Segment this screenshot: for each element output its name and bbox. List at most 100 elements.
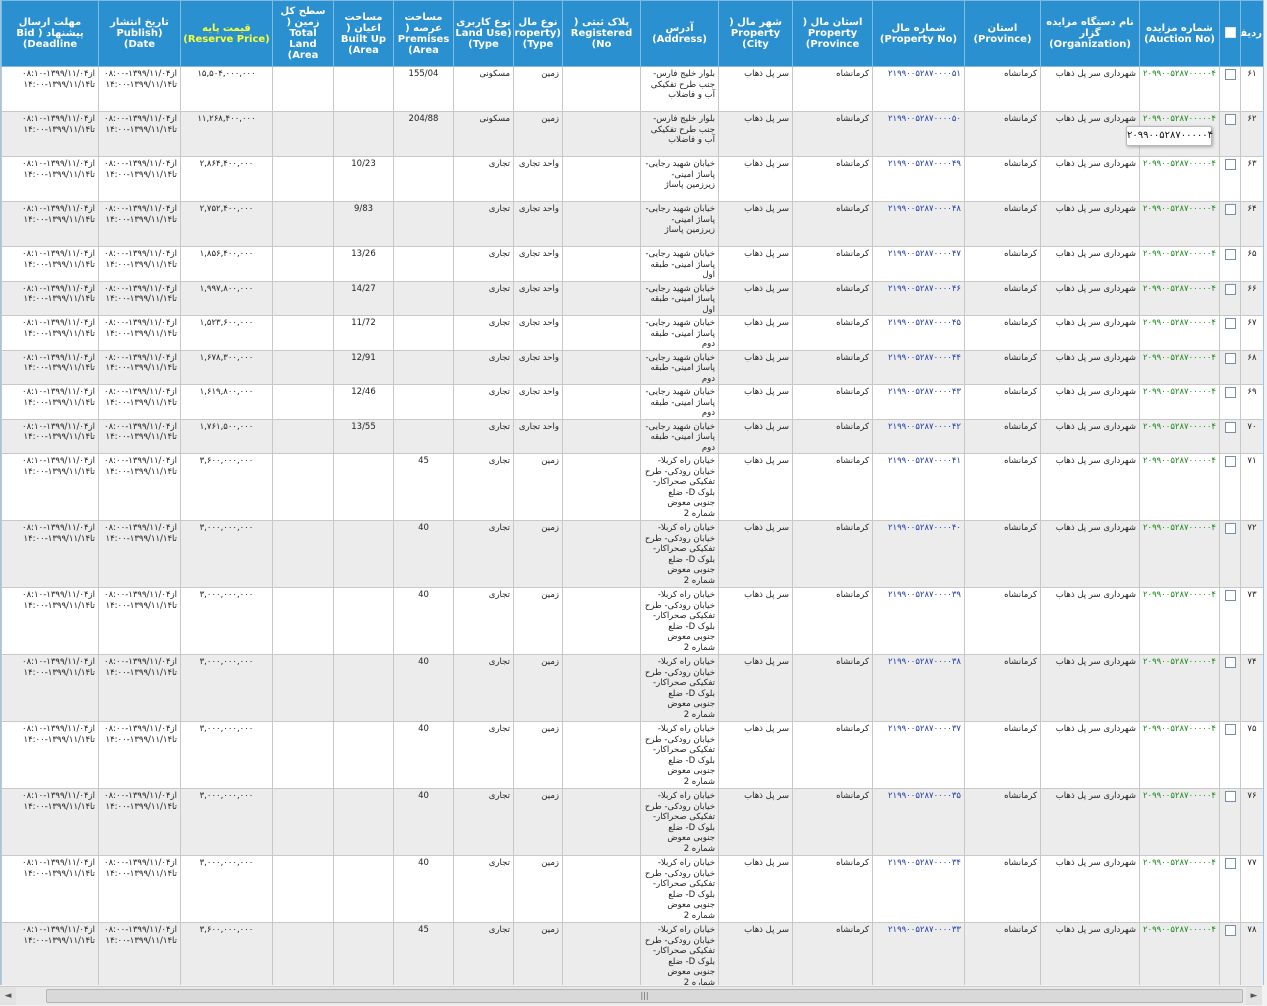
row-checkbox-cell[interactable] [1219,350,1241,385]
property-no-cell[interactable]: ۲۱۹۹۰۰۵۲۸۷۰۰۰۰۴۰ [872,520,965,588]
row-checkbox-cell[interactable] [1219,922,1241,985]
row-checkbox-cell[interactable] [1219,384,1241,420]
row-checkbox[interactable] [1224,657,1236,668]
row-checkbox-cell[interactable] [1219,721,1241,789]
row-checkbox[interactable] [1224,791,1236,802]
scroll-left-arrow-icon[interactable]: ◄ [0,987,16,1005]
auction-no-cell[interactable]: ۲۰۹۹۰۰۵۲۸۷۰۰۰۰۰۴ [1139,350,1220,385]
auction-no-cell[interactable]: ۲۰۹۹۰۰۵۲۸۷۰۰۰۰۰۴ [1139,315,1220,351]
auction-no-cell[interactable]: ۲۰۹۹۰۰۵۲۸۷۰۰۰۰۰۴ [1139,587,1220,655]
table-row[interactable]: ۶۷ ۲۰۹۹۰۰۵۲۸۷۰۰۰۰۰۴ شهرداری سر پل ذهاب کرما… [1,315,1263,351]
property-province-header[interactable]: استان مال ( Property Province) [792,0,873,67]
row-number-header[interactable]: ردیف [1240,0,1263,67]
row-checkbox[interactable] [1224,159,1236,170]
property-no-cell[interactable]: ۲۱۹۹۰۰۵۲۸۷۰۰۰۰۴۷ [872,246,965,282]
row-checkbox[interactable] [1224,204,1236,215]
total-land-area-header[interactable]: سطح کل زمین ( Total Land Area) [272,0,334,67]
property-no-cell[interactable]: ۲۱۹۹۰۰۵۲۸۷۰۰۰۰۴۹ [872,156,965,202]
property-type-header[interactable]: نوع مال (Property Type) [513,0,563,67]
row-checkbox-cell[interactable] [1219,111,1241,157]
row-checkbox[interactable] [1224,590,1236,601]
property-no-cell[interactable]: ۲۱۹۹۰۰۵۲۸۷۰۰۰۰۳۹ [872,587,965,655]
publish-date-header[interactable]: تاریخ انتشار (Publish Date) [98,0,181,67]
scroll-right-arrow-icon[interactable]: ► [1246,987,1262,1005]
property-no-cell[interactable]: ۲۱۹۹۰۰۵۲۸۷۰۰۰۰۴۲ [872,419,965,454]
table-row[interactable]: ۶۹ ۲۰۹۹۰۰۵۲۸۷۰۰۰۰۰۴ شهرداری سر پل ذهاب کرما… [1,384,1263,420]
property-city-header[interactable]: شهر مال ( Property City) [718,0,793,67]
built-up-area-header[interactable]: مساحت اعیان ( Built Up Area) [333,0,394,67]
property-no-cell[interactable]: ۲۱۹۹۰۰۵۲۸۷۰۰۰۰۴۸ [872,201,965,247]
row-checkbox-cell[interactable] [1219,654,1241,722]
property-no-cell[interactable]: ۲۱۹۹۰۰۵۲۸۷۰۰۰۰۴۱ [872,453,965,521]
row-checkbox[interactable] [1224,69,1236,80]
property-no-cell[interactable]: ۲۱۹۹۰۰۵۲۸۷۰۰۰۰۳۵ [872,788,965,856]
table-row[interactable]: ۶۴ ۲۰۹۹۰۰۵۲۸۷۰۰۰۰۰۴ شهرداری سر پل ذهاب کرما… [1,201,1263,247]
select-all-checkbox[interactable] [1224,26,1236,38]
auction-no-cell[interactable]: ۲۰۹۹۰۰۵۲۸۷۰۰۰۰۰۴ [1139,453,1220,521]
table-row[interactable]: ۶۱ ۲۰۹۹۰۰۵۲۸۷۰۰۰۰۰۴ شهرداری سر پل ذهاب کرما… [1,66,1263,112]
horizontal-scrollbar[interactable]: ◄ ||| ► [0,986,1262,1005]
organization-header[interactable]: نام دستگاه مزایده گزار (Organization) [1040,0,1140,67]
property-no-cell[interactable]: ۲۱۹۹۰۰۵۲۸۷۰۰۰۰۳۸ [872,654,965,722]
registered-no-header[interactable]: پلاک ثبتی ( Registered No) [562,0,641,67]
table-row[interactable]: ۷۱ ۲۰۹۹۰۰۵۲۸۷۰۰۰۰۰۴ شهرداری سر پل ذهاب کرما… [1,453,1263,521]
auction-no-cell[interactable]: ۲۰۹۹۰۰۵۲۸۷۰۰۰۰۰۴ [1139,246,1220,282]
auction-no-header[interactable]: شماره مزایده (Auction No) [1139,0,1220,67]
auction-no-cell[interactable]: ۲۰۹۹۰۰۵۲۸۷۰۰۰۰۰۴ [1139,922,1220,985]
bid-deadline-header[interactable]: مهلت ارسال پیشنهاد ( Bid Deadline) [1,0,99,67]
property-no-cell[interactable]: ۲۱۹۹۰۰۵۲۸۷۰۰۰۰۵۰ [872,111,965,157]
row-checkbox-cell[interactable] [1219,246,1241,282]
row-checkbox[interactable] [1224,387,1236,398]
province-header[interactable]: استان (Province) [964,0,1041,67]
row-checkbox-cell[interactable] [1219,453,1241,521]
row-checkbox[interactable] [1224,724,1236,735]
property-no-cell[interactable]: ۲۱۹۹۰۰۵۲۸۷۰۰۰۰۳۷ [872,721,965,789]
table-row[interactable]: ۷۷ ۲۰۹۹۰۰۵۲۸۷۰۰۰۰۰۴ شهرداری سر پل ذهاب کرما… [1,855,1263,923]
select-all-header[interactable] [1219,0,1241,67]
row-checkbox-cell[interactable] [1219,201,1241,247]
table-row[interactable]: ۶۵ ۲۰۹۹۰۰۵۲۸۷۰۰۰۰۰۴ شهرداری سر پل ذهاب کرما… [1,246,1263,282]
premises-area-header[interactable]: مساحت عرصه ( Premises Area) [393,0,454,67]
row-checkbox-cell[interactable] [1219,788,1241,856]
auction-no-cell[interactable]: ۲۰۹۹۰۰۵۲۸۷۰۰۰۰۰۴ [1139,201,1220,247]
auction-no-cell[interactable]: ۲۰۹۹۰۰۵۲۸۷۰۰۰۰۰۴ [1139,384,1220,420]
row-checkbox[interactable] [1224,523,1236,534]
property-no-cell[interactable]: ۲۱۹۹۰۰۵۲۸۷۰۰۰۰۳۴ [872,855,965,923]
row-checkbox-cell[interactable] [1219,855,1241,923]
table-row[interactable]: ۷۸ ۲۰۹۹۰۰۵۲۸۷۰۰۰۰۰۴ شهرداری سر پل ذهاب کرما… [1,922,1263,985]
row-checkbox[interactable] [1224,283,1236,295]
table-row[interactable]: ۶۶ ۲۰۹۹۰۰۵۲۸۷۰۰۰۰۰۴ شهرداری سر پل ذهاب کرما… [1,281,1263,316]
row-checkbox[interactable] [1224,858,1236,869]
table-row[interactable]: ۷۲ ۲۰۹۹۰۰۵۲۸۷۰۰۰۰۰۴ شهرداری سر پل ذهاب کرما… [1,520,1263,588]
auction-no-cell[interactable]: ۲۰۹۹۰۰۵۲۸۷۰۰۰۰۰۴ [1139,66,1220,112]
table-row[interactable]: ۶۸ ۲۰۹۹۰۰۵۲۸۷۰۰۰۰۰۴ شهرداری سر پل ذهاب کرما… [1,350,1263,385]
row-checkbox[interactable] [1224,352,1236,364]
scrollbar-thumb[interactable]: ||| [46,989,1243,1003]
row-checkbox-cell[interactable] [1219,587,1241,655]
auction-no-cell[interactable]: ۲۰۹۹۰۰۵۲۸۷۰۰۰۰۰۴ [1139,721,1220,789]
auction-no-cell[interactable]: ۲۰۹۹۰۰۵۲۸۷۰۰۰۰۰۴ [1139,520,1220,588]
row-checkbox-cell[interactable] [1219,281,1241,316]
property-no-cell[interactable]: ۲۱۹۹۰۰۵۲۸۷۰۰۰۰۴۴ [872,350,965,385]
auction-no-cell[interactable]: ۲۰۹۹۰۰۵۲۸۷۰۰۰۰۰۴ [1139,156,1220,202]
reserve-price-header[interactable]: قیمت پایه (Reserve Price) [180,0,273,67]
table-row[interactable]: ۶۳ ۲۰۹۹۰۰۵۲۸۷۰۰۰۰۰۴ شهرداری سر پل ذهاب کرما… [1,156,1263,202]
table-row[interactable]: ۷۶ ۲۰۹۹۰۰۵۲۸۷۰۰۰۰۰۴ شهرداری سر پل ذهاب کرما… [1,788,1263,856]
property-no-cell[interactable]: ۲۱۹۹۰۰۵۲۸۷۰۰۰۰۳۳ [872,922,965,985]
row-checkbox-cell[interactable] [1219,156,1241,202]
table-row[interactable]: ۷۳ ۲۰۹۹۰۰۵۲۸۷۰۰۰۰۰۴ شهرداری سر پل ذهاب کرما… [1,587,1263,655]
row-checkbox[interactable] [1224,249,1236,260]
row-checkbox[interactable] [1224,114,1236,125]
property-no-cell[interactable]: ۲۱۹۹۰۰۵۲۸۷۰۰۰۰۴۶ [872,281,965,316]
auction-no-cell[interactable]: ۲۰۹۹۰۰۵۲۸۷۰۰۰۰۰۴ [1139,419,1220,454]
row-checkbox-cell[interactable] [1219,520,1241,588]
property-no-cell[interactable]: ۲۱۹۹۰۰۵۲۸۷۰۰۰۰۵۱ [872,66,965,112]
address-header[interactable]: آدرس (Address) [640,0,719,67]
row-checkbox[interactable] [1224,925,1236,936]
auction-no-cell[interactable]: ۲۰۹۹۰۰۵۲۸۷۰۰۰۰۰۴ [1139,788,1220,856]
table-row[interactable]: ۶۲ ۲۰۹۹۰۰۵۲۸۷۰۰۰۰۰۴ شهرداری سر پل ذهاب کرما… [1,111,1263,157]
row-checkbox-cell[interactable] [1219,419,1241,454]
auction-no-cell[interactable]: ۲۰۹۹۰۰۵۲۸۷۰۰۰۰۰۴ [1139,281,1220,316]
table-row[interactable]: ۷۴ ۲۰۹۹۰۰۵۲۸۷۰۰۰۰۰۴ شهرداری سر پل ذهاب کرما… [1,654,1263,722]
property-no-header[interactable]: شماره مال (Property No) [872,0,965,67]
